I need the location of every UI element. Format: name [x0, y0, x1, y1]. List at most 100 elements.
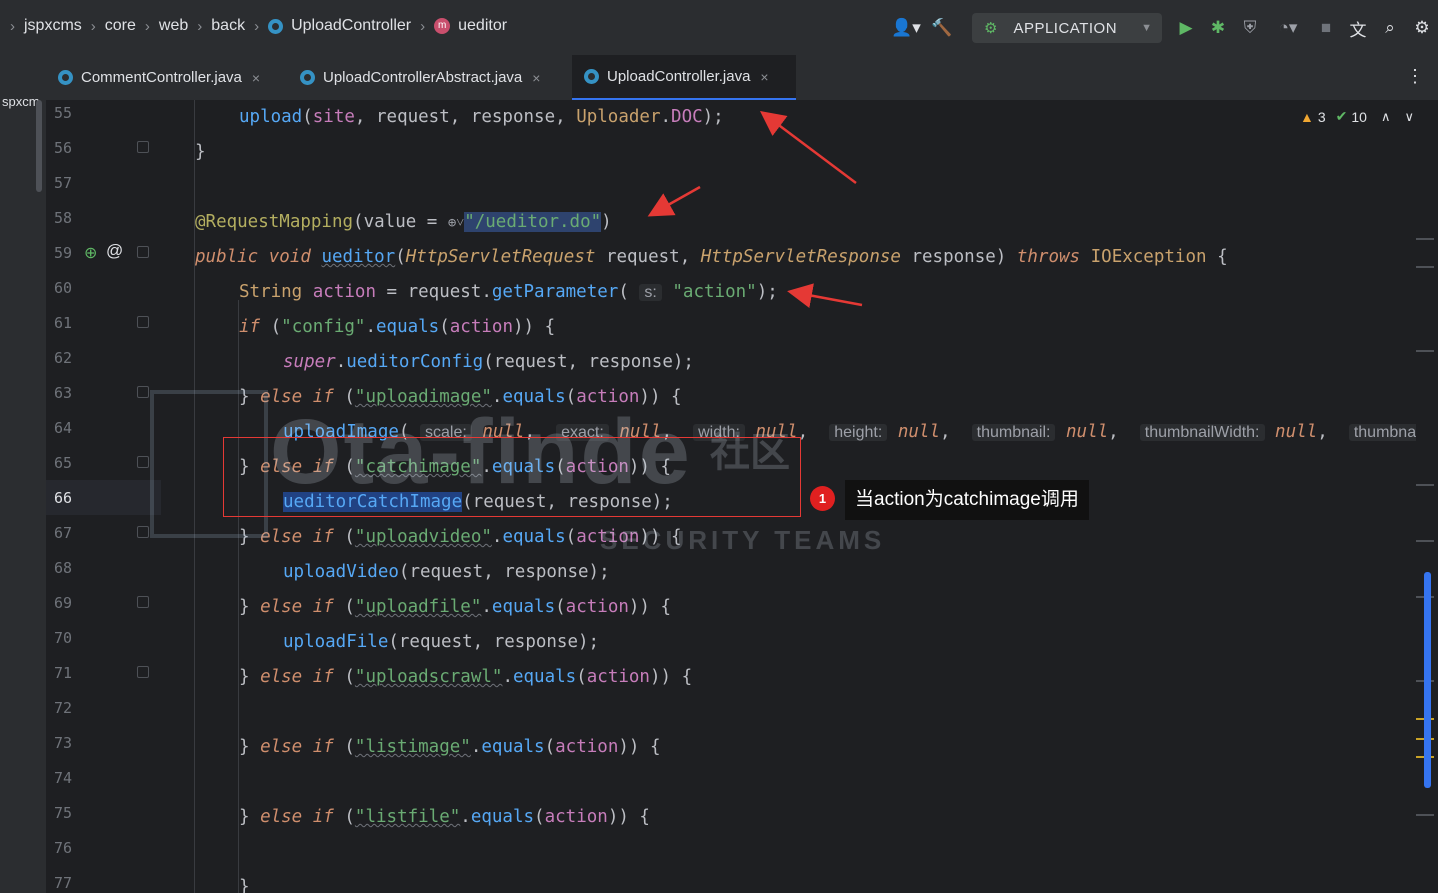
breadcrumb-item-uploadcontroller[interactable]: UploadController — [291, 17, 411, 35]
code-token: (value = — [353, 212, 448, 232]
code-token: ( — [544, 737, 556, 757]
close-icon[interactable]: × — [252, 70, 260, 86]
fold-marker-icon[interactable] — [137, 316, 149, 328]
code-token: if — [239, 317, 261, 337]
line-number: 55 — [54, 104, 73, 122]
coverage-icon[interactable]: ⛨ — [1234, 12, 1266, 44]
code-token: else if — [260, 737, 334, 757]
build-hammer-icon[interactable]: 🔨 — [926, 12, 958, 44]
code-token: public void — [195, 247, 322, 267]
code-token: action — [449, 317, 513, 337]
chevron-down-icon[interactable]: ∨ — [1404, 109, 1414, 125]
close-icon[interactable]: × — [760, 69, 768, 85]
tab-label: UploadController.java — [607, 68, 751, 85]
code-token: } — [239, 807, 261, 827]
code-token: "config" — [281, 317, 366, 337]
user-icon[interactable]: 👤▾ — [886, 12, 926, 44]
code-token: (request, response); — [398, 562, 610, 582]
code-token: equals — [491, 597, 556, 617]
line-number: 75 — [54, 804, 73, 822]
code-token: ( — [333, 807, 355, 827]
tab-label: CommentController.java — [81, 69, 242, 86]
run-configuration-select[interactable]: ⚙ APPLICATION ▼ — [972, 13, 1162, 43]
inspections-widget[interactable]: ▲ 3 ✔ 10 ∧ ∨ — [1300, 108, 1414, 125]
code-token: )) { — [628, 597, 672, 617]
panel-scrollbar[interactable] — [36, 100, 42, 192]
code-token: request, — [595, 247, 701, 267]
code-line-60: String action = request.getParameter( s:… — [239, 275, 778, 310]
tab-upload-controller-abstract[interactable]: UploadControllerAbstract.java × — [300, 55, 540, 100]
project-label[interactable]: spxcm — [2, 94, 40, 109]
code-token: "listfile" — [354, 807, 461, 827]
more-options-icon[interactable]: ⋮ — [1406, 66, 1424, 87]
code-token: ( — [439, 317, 450, 337]
project-panel-strip: spxcm — [0, 94, 46, 893]
code-token: (request, response); — [483, 352, 694, 372]
fold-marker-icon[interactable] — [137, 456, 149, 468]
code-token: getParameter — [491, 282, 619, 302]
fold-marker-icon[interactable] — [137, 596, 149, 608]
code-token: ( — [333, 597, 355, 617]
abstract-class-icon — [300, 70, 315, 85]
method-icon: m — [434, 18, 451, 34]
close-icon[interactable]: × — [532, 70, 540, 86]
code-token: uploadVideo — [283, 562, 399, 582]
line-number: 56 — [54, 139, 73, 157]
code-token: "uploadvideo" — [354, 527, 492, 547]
tab-upload-controller[interactable]: UploadController.java × — [572, 55, 796, 100]
code-token: . — [660, 107, 672, 127]
code-token: response) — [900, 247, 1017, 267]
chevron-up-icon[interactable]: ∧ — [1381, 109, 1391, 125]
debug-bug-icon[interactable]: ✱ — [1202, 12, 1234, 44]
code-token: action — [576, 527, 640, 547]
line-number: 65 — [54, 454, 73, 472]
profiler-icon[interactable]: ◔▾ — [1266, 12, 1310, 44]
fold-marker-icon[interactable] — [137, 526, 149, 538]
run-icon[interactable]: ▶ — [1170, 12, 1202, 44]
translate-icon[interactable]: 文 — [1342, 12, 1374, 44]
line-number: 62 — [54, 349, 73, 367]
globe-icon[interactable]: ⊕˅ — [448, 215, 464, 231]
code-token: Uploader — [576, 107, 661, 127]
breadcrumb-item-jspxcms[interactable]: jspxcms — [24, 17, 82, 35]
run-configuration-label: APPLICATION — [1013, 19, 1118, 37]
parameter-hint: height: — [829, 424, 888, 441]
code-line-58: @RequestMapping(value = ⊕˅"/ueditor.do") — [195, 205, 612, 240]
code-token: )) { — [639, 387, 682, 407]
ok-count: 10 — [1351, 108, 1367, 125]
code-token: upload — [239, 107, 303, 127]
line-number: 68 — [54, 559, 73, 577]
fold-marker-icon[interactable] — [137, 386, 149, 398]
chevron-right-icon: › — [90, 17, 96, 35]
line-number: 60 — [54, 279, 73, 297]
line-number: 74 — [54, 769, 73, 787]
spring-bean-icon[interactable]: ⊕ — [84, 243, 97, 263]
code-token: } — [239, 527, 261, 547]
code-line-55: upload(site, request, response, Uploader… — [239, 100, 724, 135]
line-number: 76 — [54, 839, 73, 857]
code-token: uploadFile — [283, 632, 389, 652]
breadcrumb-item-web[interactable]: web — [159, 17, 188, 35]
class-icon — [268, 18, 284, 34]
code-line-59: public void ueditor(HttpServletRequest r… — [195, 240, 1228, 275]
fold-marker-icon[interactable] — [137, 666, 149, 678]
gear-icon[interactable]: ⚙ — [1406, 12, 1438, 44]
fold-marker-icon[interactable] — [137, 246, 149, 258]
stop-icon[interactable]: ■ — [1310, 12, 1342, 44]
warning-icon: ▲ — [1300, 108, 1314, 125]
breadcrumb-item-back[interactable]: back — [211, 17, 245, 35]
parameter-hint: s: — [639, 284, 662, 301]
code-token: . — [481, 597, 492, 617]
breadcrumb-item-core[interactable]: core — [105, 17, 136, 35]
code-token: "listimage" — [354, 737, 471, 757]
tab-comment-controller[interactable]: CommentController.java × — [58, 55, 260, 100]
code-token: } — [239, 597, 261, 617]
scrollbar-thumb[interactable] — [1424, 572, 1431, 788]
code-line-62: super.ueditorConfig(request, response); — [283, 345, 694, 380]
fold-marker-icon[interactable] — [137, 141, 149, 153]
chevron-right-icon: › — [420, 17, 426, 35]
code-token: null — [1066, 422, 1109, 442]
breadcrumb-item-ueditor[interactable]: ueditor — [458, 17, 507, 35]
annotation-at-icon[interactable]: @ — [106, 241, 123, 261]
search-icon[interactable]: ⌕ — [1374, 12, 1406, 44]
